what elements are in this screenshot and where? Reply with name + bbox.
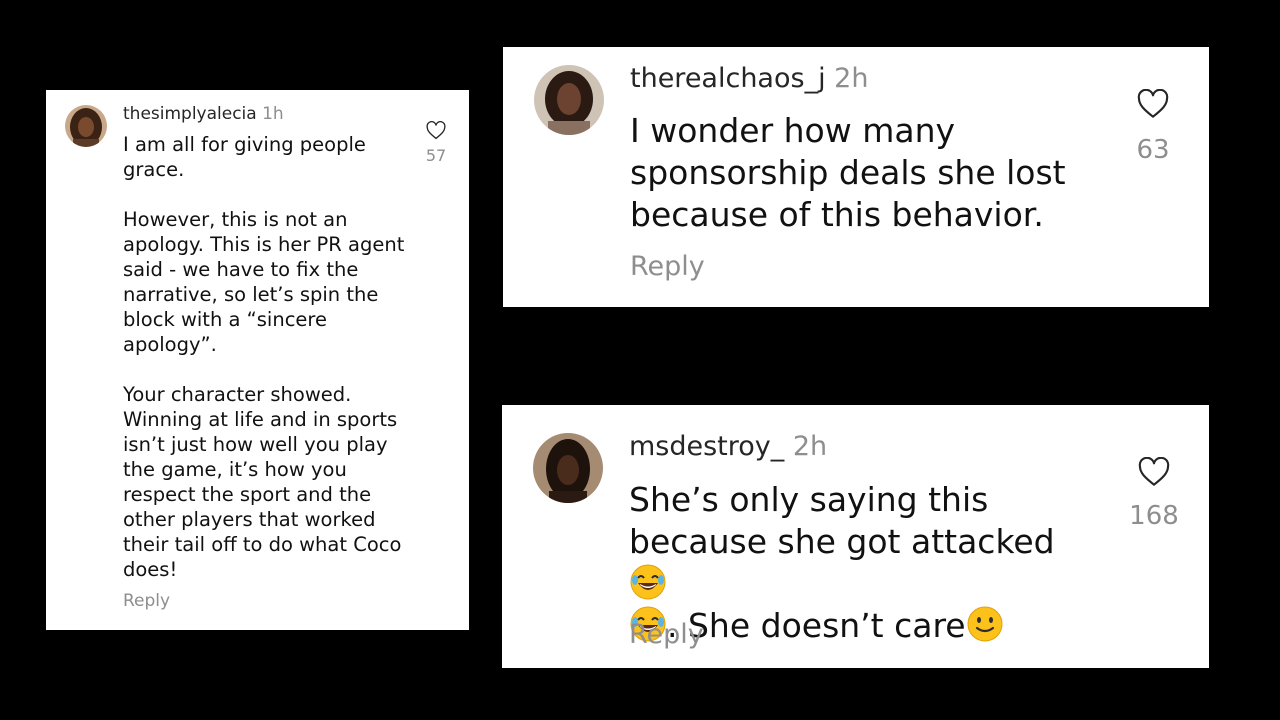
comment-card: thesimplyalecia 1h I am all for giving p… (46, 90, 469, 630)
username-text[interactable]: therealchaos_j (630, 63, 826, 94)
comment-text: I am all for giving people grace. Howeve… (123, 133, 405, 581)
avatar[interactable] (65, 105, 107, 147)
heart-outline-icon[interactable] (1137, 89, 1169, 119)
comment-username[interactable]: msdestroy_ 2h (629, 431, 827, 462)
like-count: 57 (425, 146, 447, 165)
comment-username[interactable]: therealchaos_j 2h (630, 63, 868, 94)
laughing-tears-emoji (630, 564, 666, 600)
avatar[interactable] (534, 65, 604, 135)
reply-button[interactable]: Reply (630, 251, 705, 282)
comment-text: I wonder how many sponsorship deals she … (630, 111, 1066, 234)
reply-button[interactable]: Reply (123, 591, 170, 611)
like-count: 168 (1129, 501, 1179, 531)
heart-outline-icon[interactable] (1138, 457, 1170, 487)
comment-username[interactable]: thesimplyalecia 1h (123, 104, 284, 124)
comment-time: 1h (262, 104, 284, 124)
username-text[interactable]: msdestroy_ (629, 431, 784, 462)
comment-card: msdestroy_ 2h She’s only saying this bec… (502, 405, 1209, 668)
like-count: 63 (1136, 135, 1170, 165)
username-text[interactable]: thesimplyalecia (123, 104, 257, 124)
comment-card: therealchaos_j 2h I wonder how many spon… (503, 47, 1209, 307)
comment-time: 2h (792, 431, 828, 462)
avatar[interactable] (533, 433, 603, 503)
reply-button[interactable]: Reply (629, 619, 704, 650)
heart-outline-icon[interactable] (426, 121, 446, 140)
comment-text-part: . She doesn’t care (667, 606, 966, 645)
smiling-emoji (967, 606, 1003, 642)
comment-text-part: She’s only saying this because she got a… (629, 480, 1055, 561)
comment-time: 2h (834, 63, 869, 94)
